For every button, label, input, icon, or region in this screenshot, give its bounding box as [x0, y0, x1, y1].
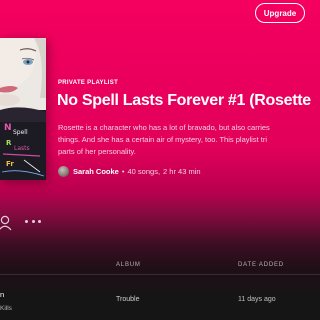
playlist-page: Upgrade N Spell R Lasts Fr PRIVATE PLAYL… [0, 0, 320, 320]
playlist-cover-image[interactable]: N Spell R Lasts Fr [0, 38, 46, 180]
action-bar [0, 212, 100, 232]
dot [25, 219, 28, 223]
dot [31, 219, 35, 223]
svg-text:R: R [6, 139, 12, 147]
song-count: 40 songs, [127, 166, 161, 176]
svg-text:N: N [4, 123, 12, 133]
description-line: things. And she has a certain air of mys… [58, 135, 267, 144]
playlist-duration: 2 hr 43 min [163, 166, 201, 176]
track-album-link[interactable]: Trouble [116, 296, 139, 303]
dot [38, 219, 41, 223]
table-row[interactable]: n Kills Trouble 11 days ago [0, 284, 320, 316]
track-artist-link[interactable]: Kills [0, 305, 12, 312]
album-column-header[interactable]: ALBUM [116, 262, 141, 268]
upgrade-button[interactable]: Upgrade [255, 3, 305, 23]
track-table-header: ALBUM DATE ADDED [0, 256, 320, 275]
owner-avatar[interactable] [58, 165, 69, 177]
playlist-meta: Sarah Cooke • 40 songs, 2 hr 43 min [58, 165, 201, 177]
description-line: parts of her personality. [58, 147, 136, 156]
more-dots-icon[interactable] [25, 215, 41, 227]
description-line: Rosette is a character who has a lot of … [58, 123, 270, 132]
person-outline-icon[interactable] [0, 215, 14, 231]
playlist-type-label: PRIVATE PLAYLIST [58, 80, 119, 86]
track-date-added: 11 days ago [238, 296, 276, 303]
playlist-title[interactable]: No Spell Lasts Forever #1 (Rosette [57, 92, 311, 110]
meta-separator: • [121, 166, 125, 176]
owner-name-link[interactable]: Sarah Cooke [73, 167, 119, 176]
svg-text:Fr: Fr [6, 160, 14, 168]
playlist-description: Rosette is a character who has a lot of … [58, 122, 320, 158]
svg-text:Lasts: Lasts [14, 145, 30, 152]
track-title[interactable]: n [0, 290, 4, 299]
svg-text:Spell: Spell [13, 129, 28, 136]
date-added-column-header[interactable]: DATE ADDED [238, 262, 284, 268]
